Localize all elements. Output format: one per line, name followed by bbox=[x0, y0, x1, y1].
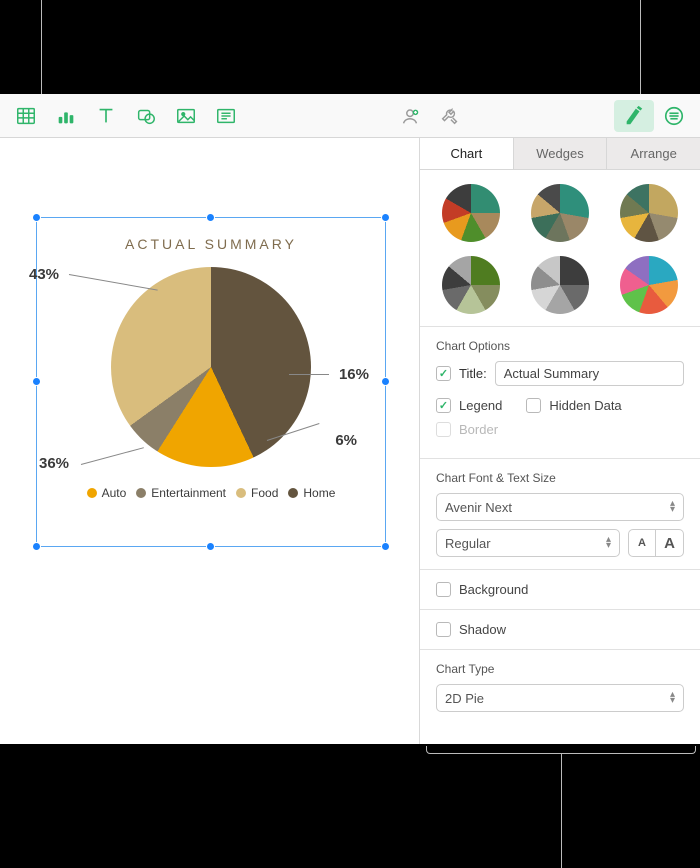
section-title: Chart Font & Text Size bbox=[436, 471, 684, 485]
style-preset[interactable] bbox=[442, 256, 500, 314]
resize-handle[interactable] bbox=[206, 213, 215, 222]
media-icon[interactable] bbox=[166, 100, 206, 132]
chevron-updown-icon: ▴▾ bbox=[670, 692, 675, 704]
style-preset[interactable] bbox=[531, 184, 589, 242]
background-label: Background bbox=[459, 582, 528, 597]
pie-label-ent: 6% bbox=[335, 432, 357, 449]
shadow-checkbox[interactable] bbox=[436, 622, 451, 637]
resize-handle[interactable] bbox=[32, 213, 41, 222]
tab-wedges[interactable]: Wedges bbox=[514, 138, 608, 169]
chart-options-section: Chart Options Title: Actual Summary Lege… bbox=[420, 326, 700, 458]
style-preset[interactable] bbox=[442, 184, 500, 242]
shape-icon[interactable] bbox=[126, 100, 166, 132]
resize-handle[interactable] bbox=[381, 213, 390, 222]
chart-type-value: 2D Pie bbox=[445, 691, 484, 706]
callout-line-right bbox=[640, 0, 641, 94]
app-window: ACTUAL SUMMARY 43% 16% 6% 36% Auto bbox=[0, 94, 700, 744]
title-checkbox[interactable] bbox=[436, 366, 451, 381]
legend-item: Food bbox=[236, 486, 278, 500]
collab-icon[interactable] bbox=[390, 100, 430, 132]
style-preset[interactable] bbox=[620, 256, 678, 314]
pie-graphic bbox=[111, 267, 311, 467]
resize-handle[interactable] bbox=[381, 542, 390, 551]
background-section: Background bbox=[420, 569, 700, 609]
section-title: Chart Type bbox=[436, 662, 684, 676]
comment-icon[interactable] bbox=[206, 100, 246, 132]
chart-selection-box[interactable]: ACTUAL SUMMARY 43% 16% 6% 36% Auto bbox=[36, 217, 386, 547]
font-larger-button[interactable]: A bbox=[656, 529, 684, 557]
text-icon[interactable] bbox=[86, 100, 126, 132]
canvas[interactable]: ACTUAL SUMMARY 43% 16% 6% 36% Auto bbox=[0, 138, 420, 744]
border-checkbox bbox=[436, 422, 451, 437]
chevron-updown-icon: ▴▾ bbox=[670, 501, 675, 513]
shadow-label: Shadow bbox=[459, 622, 506, 637]
font-smaller-button[interactable]: A bbox=[628, 529, 656, 557]
content-area: ACTUAL SUMMARY 43% 16% 6% 36% Auto bbox=[0, 138, 700, 744]
callout-brace bbox=[426, 746, 696, 754]
resize-handle[interactable] bbox=[32, 542, 41, 551]
format-icon[interactable] bbox=[614, 100, 654, 132]
legend-item: Entertainment bbox=[136, 486, 226, 500]
legend-label: Entertainment bbox=[151, 486, 226, 500]
chart-icon[interactable] bbox=[46, 100, 86, 132]
style-preset[interactable] bbox=[620, 184, 678, 242]
leader-line bbox=[81, 447, 144, 465]
legend-label: Legend bbox=[459, 398, 502, 413]
leader-line bbox=[69, 274, 158, 291]
font-family-select[interactable]: Avenir Next ▴▾ bbox=[436, 493, 684, 521]
title-checkbox-label: Title: bbox=[459, 366, 487, 381]
callout-line-left bbox=[41, 0, 42, 94]
hidden-data-label: Hidden Data bbox=[549, 398, 621, 413]
legend-label: Food bbox=[251, 486, 278, 500]
chart-style-presets bbox=[420, 170, 700, 326]
pie-chart[interactable]: 43% 16% 6% 36% bbox=[37, 252, 385, 482]
pie-label-auto: 16% bbox=[339, 366, 369, 383]
font-family-value: Avenir Next bbox=[445, 500, 512, 515]
toolbar bbox=[0, 94, 700, 138]
tab-chart[interactable]: Chart bbox=[420, 138, 514, 169]
chart-title[interactable]: ACTUAL SUMMARY bbox=[37, 236, 385, 252]
legend-label: Auto bbox=[102, 486, 127, 500]
pie-label-food: 36% bbox=[39, 455, 69, 472]
font-weight-select[interactable]: Regular ▴▾ bbox=[436, 529, 620, 557]
table-icon[interactable] bbox=[6, 100, 46, 132]
hidden-data-checkbox[interactable] bbox=[526, 398, 541, 413]
background-checkbox[interactable] bbox=[436, 582, 451, 597]
resize-handle[interactable] bbox=[206, 542, 215, 551]
callout-line-bottom bbox=[561, 754, 562, 868]
border-label: Border bbox=[459, 422, 498, 437]
chevron-updown-icon: ▴▾ bbox=[606, 537, 611, 549]
font-size-stepper: A A bbox=[628, 529, 684, 557]
inspector-panel: Chart Wedges Arrange Chart Options Title… bbox=[420, 138, 700, 744]
section-title: Chart Options bbox=[436, 339, 684, 353]
style-preset[interactable] bbox=[531, 256, 589, 314]
tab-arrange[interactable]: Arrange bbox=[607, 138, 700, 169]
chart-legend[interactable]: Auto Entertainment Food Home bbox=[37, 486, 385, 500]
legend-item: Auto bbox=[87, 486, 127, 500]
pie-label-home: 43% bbox=[29, 266, 59, 283]
legend-checkbox[interactable] bbox=[436, 398, 451, 413]
document-icon[interactable] bbox=[654, 100, 694, 132]
font-section: Chart Font & Text Size Avenir Next ▴▾ Re… bbox=[420, 458, 700, 569]
title-input[interactable]: Actual Summary bbox=[495, 361, 684, 386]
legend-label: Home bbox=[303, 486, 335, 500]
tools-icon[interactable] bbox=[430, 100, 470, 132]
chart-type-select[interactable]: 2D Pie ▴▾ bbox=[436, 684, 684, 712]
legend-item: Home bbox=[288, 486, 335, 500]
chart-type-section: Chart Type 2D Pie ▴▾ bbox=[420, 649, 700, 724]
font-weight-value: Regular bbox=[445, 536, 491, 551]
shadow-section: Shadow bbox=[420, 609, 700, 649]
leader-line bbox=[289, 374, 329, 375]
inspector-tabs: Chart Wedges Arrange bbox=[420, 138, 700, 170]
